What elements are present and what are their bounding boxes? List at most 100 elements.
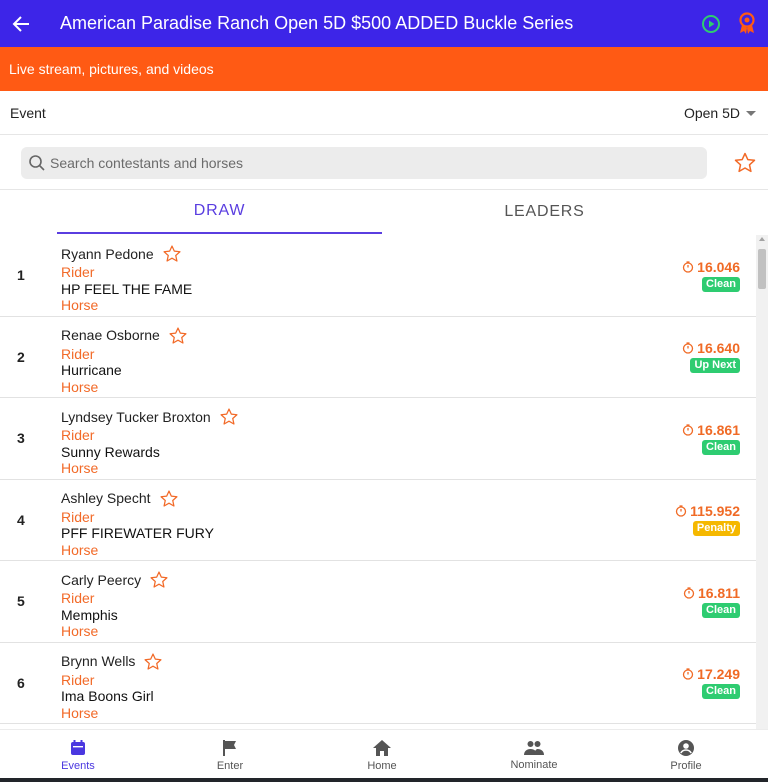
nav-home-label: Home — [367, 759, 397, 772]
run-time: 16.640 — [697, 340, 740, 356]
horse-role-label: Horse — [61, 378, 99, 395]
run-result: 16.046 Clean — [682, 235, 740, 315]
rider-role-label: Rider — [61, 590, 95, 606]
award-ribbon-icon — [739, 11, 755, 34]
scrollbar[interactable] — [756, 235, 768, 729]
star-icon[interactable] — [162, 244, 182, 264]
awards-button[interactable] — [736, 11, 758, 35]
run-time: 16.811 — [697, 584, 740, 601]
search-box[interactable] — [21, 146, 707, 179]
nav-profile-label: Profile — [670, 759, 702, 772]
rider-name: Carly Peercy — [61, 571, 142, 588]
nav-events-label: Events — [61, 759, 95, 772]
back-button[interactable] — [0, 0, 42, 47]
contestant-info: Lyndsey Tucker Broxton Rider Sunny Rewar… — [61, 407, 239, 477]
status-badge: Up Next — [690, 358, 740, 373]
contestant-info: Ashley Specht Rider PFF FIREWATER FURY H… — [61, 489, 214, 559]
contestant-info: Ryann Pedone Rider HP FEEL THE FAME Hors… — [61, 244, 192, 314]
draw-position: 2 — [17, 348, 25, 365]
bottom-edge — [0, 778, 768, 782]
list-item[interactable]: 1 Ryann Pedone Rider HP FEEL THE FAME Ho… — [0, 235, 756, 317]
rider-name: Ashley Specht — [61, 490, 151, 507]
run-result: 115.952 Penalty — [675, 480, 740, 560]
status-badge: Clean — [702, 684, 740, 699]
rider-name: Brynn Wells — [61, 653, 136, 670]
list-item[interactable]: 5 Carly Peercy Rider Memphis Horse 16.81… — [0, 561, 756, 643]
banner-text: Live stream, pictures, and videos — [9, 61, 214, 77]
star-icon[interactable] — [159, 489, 179, 509]
run-result: 16.861 Clean — [682, 398, 740, 478]
search-input[interactable] — [50, 154, 690, 171]
status-badge: Penalty — [692, 521, 740, 536]
nav-profile[interactable]: Profile — [636, 730, 736, 780]
search-row — [0, 136, 768, 190]
event-label: Event — [10, 104, 46, 121]
list-item[interactable]: 2 Renae Osborne Rider Hurricane Horse 16… — [0, 317, 756, 398]
horse-role-label: Horse — [61, 297, 99, 313]
draw-position: 3 — [17, 430, 25, 446]
list-item[interactable]: 4 Ashley Specht Rider PFF FIREWATER FURY… — [0, 480, 756, 561]
draw-position: 1 — [17, 267, 25, 283]
nav-home[interactable]: Home — [332, 730, 432, 780]
run-result: 16.640 Up Next — [682, 317, 740, 397]
account-circle-icon — [678, 739, 694, 756]
draw-position: 6 — [17, 674, 25, 691]
star-icon[interactable] — [149, 570, 169, 590]
run-time: 16.861 — [697, 421, 740, 438]
nav-enter[interactable]: Enter — [180, 730, 280, 780]
timer-icon — [683, 586, 695, 599]
rider-role-label: Rider — [61, 427, 95, 443]
tab-leaders[interactable]: LEADERS — [382, 190, 707, 234]
horse-role-label: Horse — [61, 460, 99, 476]
nav-nominate-label: Nominate — [510, 758, 558, 771]
draw-position: 4 — [17, 511, 25, 528]
contestant-list: 1 Ryann Pedone Rider HP FEEL THE FAME Ho… — [0, 235, 756, 729]
horse-name: Memphis — [61, 606, 118, 623]
chevron-down-icon — [746, 111, 756, 116]
app-bar: American Paradise Ranch Open 5D $500 ADD… — [0, 0, 768, 47]
event-select-value: Open 5D — [683, 104, 740, 121]
scroll-thumb[interactable] — [758, 249, 766, 289]
run-time: 16.046 — [697, 258, 740, 275]
arrow-left-icon — [12, 15, 29, 32]
horse-name: Ima Boons Girl — [61, 688, 154, 704]
contestant-info: Carly Peercy Rider Memphis Horse — [61, 570, 169, 640]
timer-icon — [683, 342, 694, 354]
horse-role-label: Horse — [61, 704, 99, 721]
run-time: 115.952 — [690, 503, 740, 519]
run-result: 16.811 Clean — [683, 561, 740, 641]
contestant-info: Brynn Wells Rider Ima Boons Girl Horse — [61, 652, 163, 722]
event-select[interactable]: Open 5D — [684, 105, 756, 121]
star-icon[interactable] — [168, 326, 188, 346]
status-badge: Clean — [702, 439, 740, 455]
rider-role-label: Rider — [61, 508, 95, 525]
tabs: DRAW LEADERS — [0, 190, 768, 234]
run-time: 17.249 — [697, 666, 740, 682]
timer-icon — [676, 505, 687, 517]
timer-icon — [683, 260, 694, 273]
star-icon[interactable] — [143, 652, 163, 672]
list-item[interactable]: 6 Brynn Wells Rider Ima Boons Girl Horse… — [0, 643, 756, 724]
nav-nominate[interactable]: Nominate — [484, 730, 584, 780]
live-stream-banner[interactable]: Live stream, pictures, and videos — [0, 47, 768, 91]
horse-role-label: Horse — [61, 541, 99, 558]
play-circle-icon — [702, 14, 720, 33]
nav-enter-label: Enter — [216, 759, 244, 772]
people-icon — [524, 740, 544, 755]
timer-icon — [683, 423, 694, 436]
scroll-up-arrow[interactable] — [759, 237, 765, 241]
list-item[interactable]: 3 Lyndsey Tucker Broxton Rider Sunny Rew… — [0, 398, 756, 480]
status-badge: Clean — [702, 602, 740, 618]
horse-role-label: Horse — [61, 623, 99, 639]
favorites-star-icon[interactable] — [733, 151, 757, 175]
event-filter-row: Event Open 5D — [0, 91, 768, 135]
tab-draw[interactable]: DRAW — [57, 190, 382, 234]
rider-name: Renae Osborne — [61, 327, 160, 344]
horse-name: Hurricane — [61, 362, 122, 378]
star-icon[interactable] — [219, 407, 239, 427]
rider-role-label: Rider — [61, 345, 95, 362]
calendar-icon — [71, 739, 85, 755]
flag-icon — [223, 739, 236, 756]
live-stream-button[interactable] — [700, 13, 722, 35]
nav-events[interactable]: Events — [28, 730, 128, 780]
